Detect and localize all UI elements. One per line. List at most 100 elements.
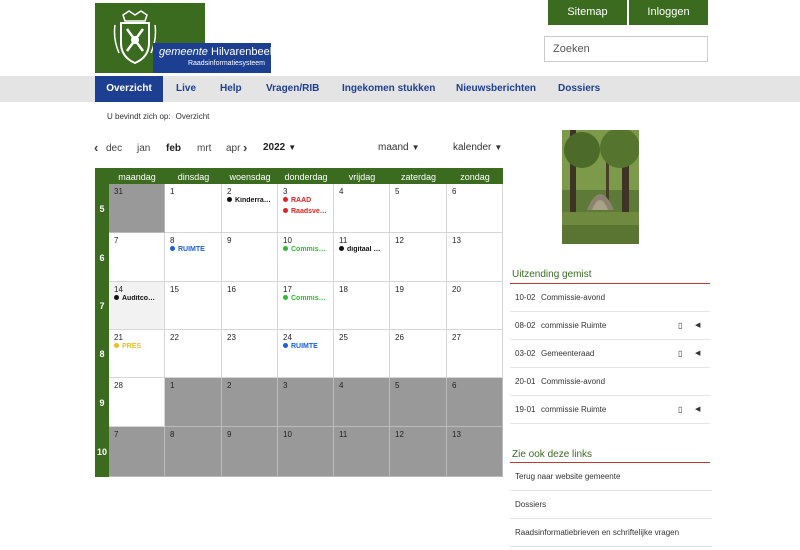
calendar-day[interactable]: 5 — [390, 378, 447, 427]
calendar-day[interactable]: 5 — [390, 184, 447, 233]
related-link[interactable]: Dossiers — [510, 491, 712, 519]
calendar-day[interactable]: 6 — [447, 184, 503, 233]
municipality-name-banner[interactable]: gemeente Hilvarenbeek Raadsinformatiesys… — [153, 43, 275, 73]
day-number: 9 — [227, 236, 232, 245]
calendar-event[interactable]: PRES — [114, 343, 141, 350]
calendar-day[interactable]: 3 — [278, 378, 334, 427]
related-link[interactable]: Terug naar website gemeente — [510, 463, 712, 491]
broadcast-item[interactable]: 20-01 Commissie-avond — [510, 368, 710, 396]
calendar-day[interactable]: 28 — [109, 378, 165, 427]
login-button[interactable]: Inloggen — [629, 0, 708, 25]
calendar-event[interactable]: digitaal … — [339, 246, 380, 253]
calendar-day[interactable]: 24 RUIMTE — [278, 330, 334, 378]
year-select[interactable]: 2022 ▼ — [263, 142, 296, 153]
calendar-event[interactable]: RUIMTE — [170, 246, 205, 253]
day-number: 12 — [395, 430, 404, 439]
nav-overzicht[interactable]: Overzicht — [95, 76, 163, 102]
event-label: Commis… — [291, 295, 326, 302]
event-label: RUIMTE — [291, 343, 318, 350]
nav-vragen-rib[interactable]: Vragen/RIB — [266, 76, 319, 102]
calendar-day[interactable]: 20 — [447, 282, 503, 330]
calendar-day[interactable]: 26 — [390, 330, 447, 378]
calendar-day[interactable]: 2 Kinderra… — [222, 184, 278, 233]
document-icon[interactable]: ▯ — [678, 312, 682, 340]
calendar-day[interactable]: 17 Commis… — [278, 282, 334, 330]
calendar-day[interactable]: 10 Commis… — [278, 233, 334, 282]
calendar-day[interactable]: 12 — [390, 427, 447, 477]
nav-ingekomen-stukken[interactable]: Ingekomen stukken — [342, 76, 435, 102]
calendar-day[interactable]: 23 — [222, 330, 278, 378]
day-number: 2 — [227, 187, 232, 196]
prev-month-icon[interactable]: ‹ — [94, 140, 98, 155]
calendar-day[interactable]: 10 — [278, 427, 334, 477]
calendar-day[interactable]: 8 RUIMTE — [165, 233, 222, 282]
broadcast-item[interactable]: 08-02 commissie Ruimte ▯ ◀ — [510, 312, 710, 340]
related-link[interactable]: Raadsinformatiebrieven en schriftelijke … — [510, 519, 712, 547]
document-icon[interactable]: ▯ — [678, 340, 682, 368]
month-feb[interactable]: feb — [166, 143, 181, 154]
sitemap-button[interactable]: Sitemap — [548, 0, 627, 25]
calendar-event[interactable]: Commis… — [283, 246, 326, 253]
calendar-day[interactable]: 25 — [334, 330, 390, 378]
calendar-day[interactable]: 9 — [222, 427, 278, 477]
calendar-day[interactable]: 18 — [334, 282, 390, 330]
calendar-day[interactable]: 31 — [109, 184, 165, 233]
calendar-day[interactable]: 2 — [222, 378, 278, 427]
broadcast-item[interactable]: 19-01 commissie Ruimte ▯ ◀ — [510, 396, 710, 424]
nav-dossiers[interactable]: Dossiers — [558, 76, 600, 102]
search-input[interactable] — [544, 36, 708, 62]
event-dot-icon — [114, 343, 119, 348]
calendar-day[interactable]: 6 — [447, 378, 503, 427]
calendar-day[interactable]: 11 digitaal … — [334, 233, 390, 282]
play-icon[interactable]: ◀ — [695, 312, 700, 340]
calendar-day[interactable]: 13 — [447, 233, 503, 282]
calendar-day[interactable]: 7 — [109, 233, 165, 282]
calendar-day[interactable]: 1 — [165, 184, 222, 233]
calendar-event[interactable]: Kinderra… — [227, 197, 271, 204]
nav-help[interactable]: Help — [220, 76, 242, 102]
month-jan[interactable]: jan — [137, 143, 150, 154]
calendar-day[interactable]: 13 — [447, 427, 503, 477]
calendar-day[interactable]: 15 — [165, 282, 222, 330]
calendar-day[interactable]: 9 — [222, 233, 278, 282]
play-icon[interactable]: ◀ — [695, 396, 700, 424]
calendar-day[interactable]: 27 — [447, 330, 503, 378]
broadcast-item[interactable]: 10-02 Commissie-avond — [510, 284, 710, 312]
municipality-name: Hilvarenbeek — [211, 46, 276, 58]
calendar-event[interactable]: RUIMTE — [283, 343, 318, 350]
calendar-event[interactable]: RAAD — [283, 197, 311, 204]
nav-live[interactable]: Live — [176, 76, 196, 102]
calendar-event[interactable]: Auditco… — [114, 295, 155, 302]
calendar-event[interactable]: Raadsve… — [283, 208, 327, 215]
month-apr[interactable]: apr — [226, 143, 240, 154]
calendar-day[interactable]: 4 — [334, 378, 390, 427]
broadcast-date: 20-01 — [515, 377, 536, 386]
calendar-day[interactable]: 22 — [165, 330, 222, 378]
calendar-day[interactable]: 7 — [109, 427, 165, 477]
calendar-day[interactable]: 11 — [334, 427, 390, 477]
document-icon[interactable]: ▯ — [678, 396, 682, 424]
week-number: 5 — [99, 203, 105, 214]
calendar-event[interactable]: Commis… — [283, 295, 326, 302]
day-number: 11 — [339, 430, 348, 439]
breadcrumb-current[interactable]: Overzicht — [176, 112, 210, 121]
calendar-day[interactable]: 16 — [222, 282, 278, 330]
nav-nieuwsberichten[interactable]: Nieuwsberichten — [456, 76, 536, 102]
next-month-icon[interactable]: › — [243, 140, 247, 155]
breadcrumb: U bevindt zich op: Overzicht — [107, 112, 209, 121]
calendar-day[interactable]: 1 — [165, 378, 222, 427]
mode-select[interactable]: kalender ▼ — [453, 142, 502, 153]
month-dec[interactable]: dec — [106, 143, 122, 154]
calendar-day[interactable]: 14 Auditco… — [109, 282, 165, 330]
calendar-day[interactable]: 21 PRES — [109, 330, 165, 378]
month-mrt[interactable]: mrt — [197, 143, 211, 154]
calendar-day[interactable]: 4 — [334, 184, 390, 233]
play-icon[interactable]: ◀ — [695, 340, 700, 368]
view-select[interactable]: maand ▼ — [378, 142, 420, 153]
calendar-day[interactable]: 19 — [390, 282, 447, 330]
calendar-day[interactable]: 3 RAAD Raadsve… — [278, 184, 334, 233]
calendar-day[interactable]: 8 — [165, 427, 222, 477]
broadcast-item[interactable]: 03-02 Gemeenteraad ▯ ◀ — [510, 340, 710, 368]
calendar-day[interactable]: 12 — [390, 233, 447, 282]
day-number: 10 — [283, 236, 292, 245]
